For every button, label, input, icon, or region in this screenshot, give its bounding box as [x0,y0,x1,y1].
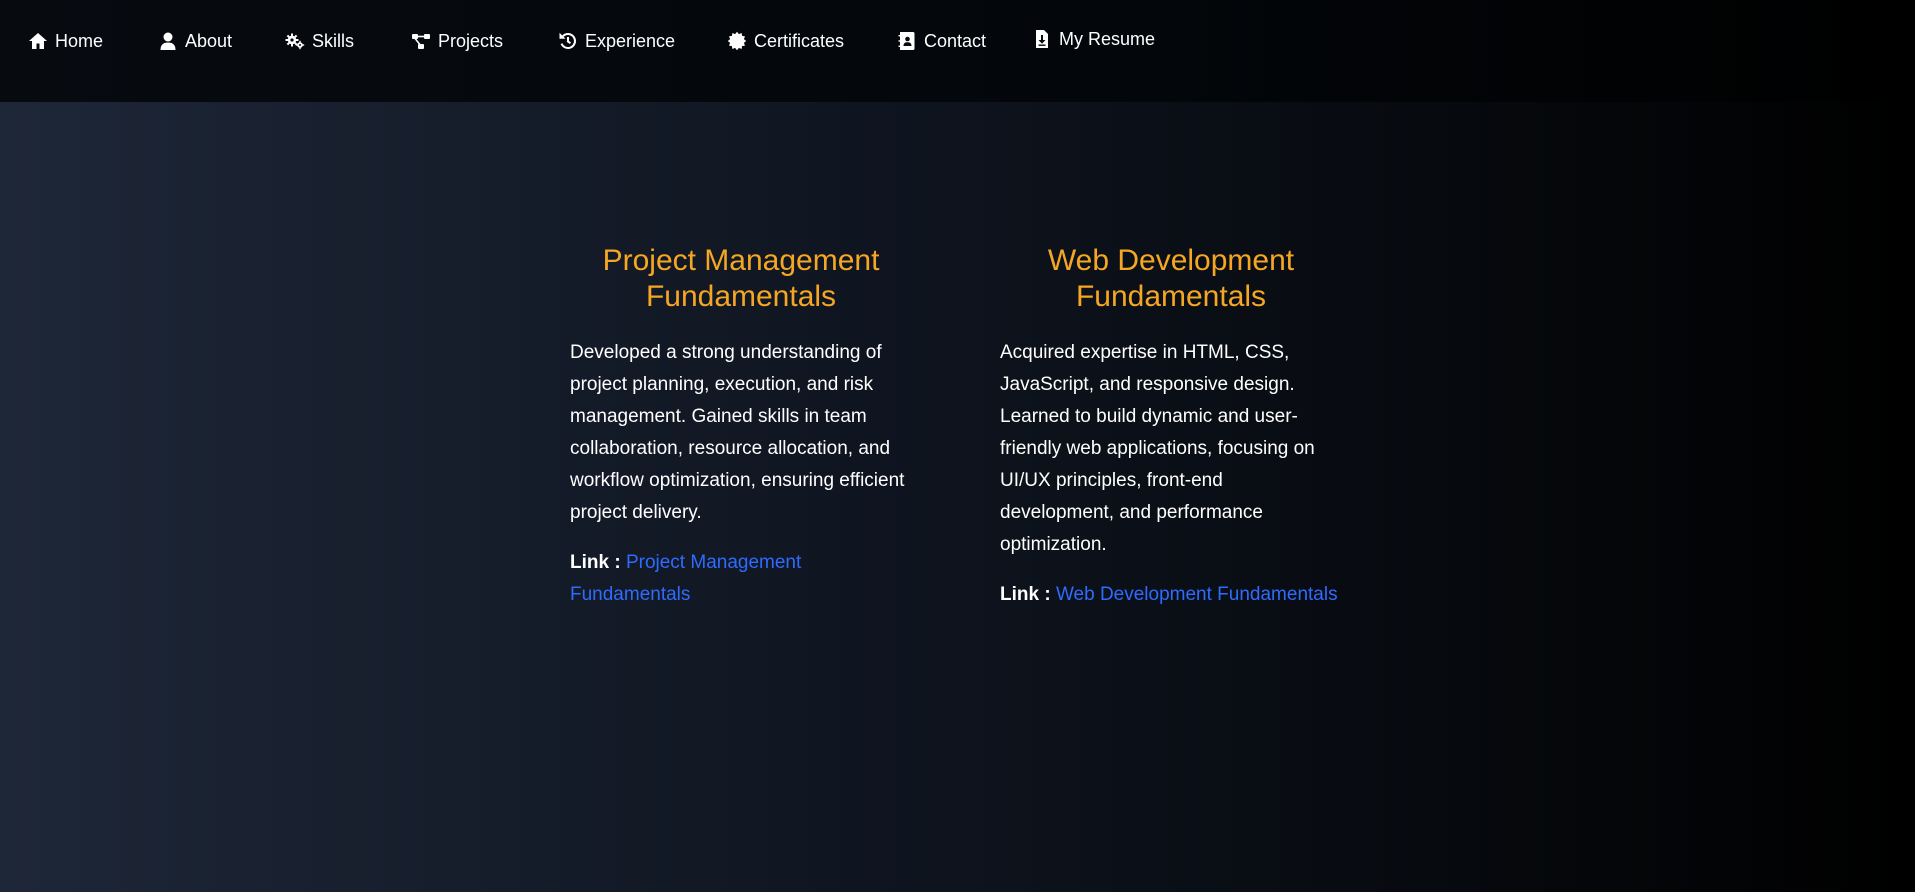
nav-item-skills[interactable]: Skills [284,28,354,54]
nav-item-contact[interactable]: Contact [896,28,986,54]
certificate-link-row: Link : Project Management Fundamentals [570,547,912,611]
certificate-link[interactable]: Web Development Fundamentals [1056,584,1338,605]
link-label: Link : [570,552,626,573]
nav-item-projects[interactable]: Projects [410,28,503,54]
nav-item-label: Experience [585,30,676,51]
home-icon [27,30,49,52]
nav-item-label: Contact [924,30,987,51]
nav-item-about[interactable]: About [157,28,232,54]
nav-item-experience[interactable]: Experience [557,28,675,54]
nav-item-resume[interactable]: My Resume [1031,26,1155,52]
certificate-title: Web Development Fundamentals [1047,244,1295,313]
nav-item-home[interactable]: Home [27,28,103,54]
certificate-card: Project Management Fundamentals Develope… [570,243,912,611]
certificate-link-row: Link : Web Development Fundamentals [1000,579,1342,611]
diagram-project-icon [410,30,432,52]
certificate-card: Web Development Fundamentals Acquired ex… [1000,243,1342,611]
certificate-title: Project Management Fundamentals [602,244,880,313]
nav-item-label: My Resume [1059,28,1156,49]
certificate-description: Developed a strong understanding of proj… [570,342,905,523]
nav-item-certificates[interactable]: Certificates [726,28,844,54]
certificate-icon [726,30,748,52]
address-book-icon [896,30,918,52]
nav-item-label: Home [55,30,104,51]
file-download-icon [1031,28,1053,50]
nav-item-label: Projects [438,30,504,51]
nav-item-label: Certificates [754,30,845,51]
user-icon [157,30,179,52]
certificate-description: Acquired expertise in HTML, CSS, JavaScr… [1000,342,1315,555]
history-icon [557,30,579,52]
nav-item-label: Skills [312,30,355,51]
link-label: Link : [1000,584,1056,605]
top-navbar: Home About Skills Projects Experience Ce… [0,0,1915,102]
gears-icon [284,30,306,52]
nav-item-label: About [185,30,233,51]
